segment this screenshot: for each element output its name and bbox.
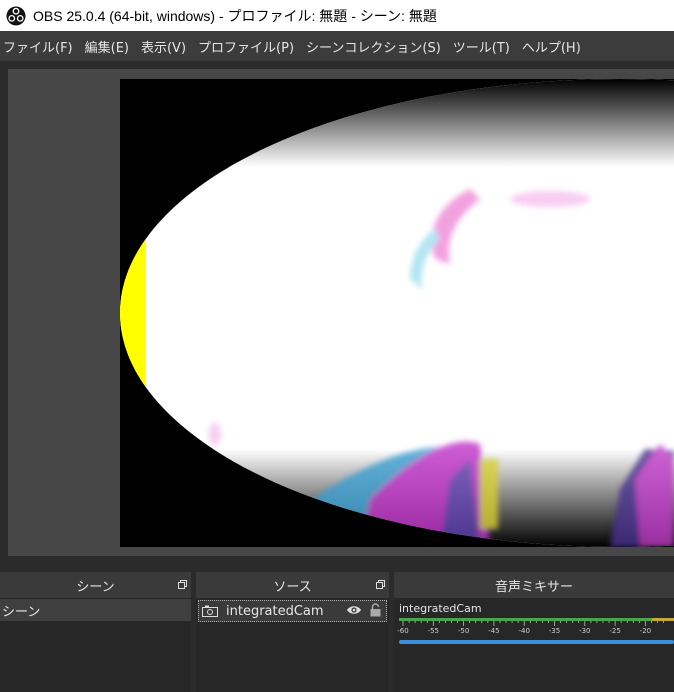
sources-dock: ソース integratedCam	[196, 572, 389, 692]
scene-name: シーン	[2, 604, 41, 620]
audio-mixer-dock: 音声ミキサー integratedCam -60 -55 -50 -45 -40 -35-…	[394, 572, 674, 692]
menu-tools[interactable]: ツール(T)	[449, 37, 518, 56]
menu-scene-collection[interactable]: シーンコレクション(S)	[302, 37, 449, 56]
tick-label: -35	[548, 627, 561, 635]
dock-separator	[0, 556, 674, 572]
mixer-channel-name: integratedCam	[399, 602, 482, 615]
menu-file[interactable]: ファイル(F)	[0, 37, 81, 56]
menu-edit[interactable]: 編集(E)	[81, 37, 137, 56]
lock-icon[interactable]	[370, 603, 381, 617]
tick-label: -30	[579, 627, 591, 635]
menu-help[interactable]: ヘルプ(H)	[518, 37, 589, 56]
tick-label: -60	[397, 627, 409, 635]
obs-logo-icon	[6, 6, 26, 25]
mixer-channel: integratedCam -60 -55 -50 -45 -40 -35 -30 -25 -2…	[394, 598, 674, 692]
preview-canvas[interactable]	[120, 79, 674, 547]
title-bar: OBS 25.0.4 (64-bit, windows) - プロファイル: 無…	[0, 0, 674, 31]
tick-label: -20	[639, 627, 652, 635]
audio-mixer-dock-title: 音声ミキサー	[394, 572, 674, 598]
menu-bar: ファイル(F) 編集(E) 表示(V) プロファイル(P) シーンコレクション(…	[0, 31, 674, 61]
window-title: OBS 25.0.4 (64-bit, windows) - プロファイル: 無…	[33, 7, 437, 24]
scenes-dock-title: シーン	[0, 572, 191, 598]
volume-slider[interactable]	[399, 640, 674, 644]
tick-label: -55	[427, 627, 440, 635]
scene-list-item[interactable]: シーン	[0, 599, 191, 621]
undock-icon[interactable]	[178, 580, 187, 589]
sources-dock-label: ソース	[273, 579, 312, 595]
scenes-dock-label: シーン	[76, 579, 115, 595]
menu-profile[interactable]: プロファイル(P)	[194, 37, 302, 56]
undock-icon[interactable]	[376, 580, 385, 589]
tick-label: -25	[609, 627, 621, 635]
camera-feed-image	[120, 79, 674, 547]
tick-label: -45	[488, 627, 500, 635]
camera-icon	[202, 605, 218, 617]
source-name: integratedCam	[226, 603, 324, 619]
visibility-eye-icon[interactable]	[346, 604, 362, 616]
source-list-item[interactable]: integratedCam	[198, 600, 387, 622]
menu-view[interactable]: 表示(V)	[137, 37, 194, 56]
meter-tick-labels: -60 -55 -50 -45 -40 -35 -30 -25 -20	[394, 627, 674, 637]
scenes-dock: シーン シーン	[0, 572, 191, 692]
tick-label: -40	[518, 627, 530, 635]
audio-mixer-dock-label: 音声ミキサー	[494, 579, 573, 595]
tick-label: -50	[457, 627, 470, 635]
sources-dock-title: ソース	[196, 572, 389, 598]
